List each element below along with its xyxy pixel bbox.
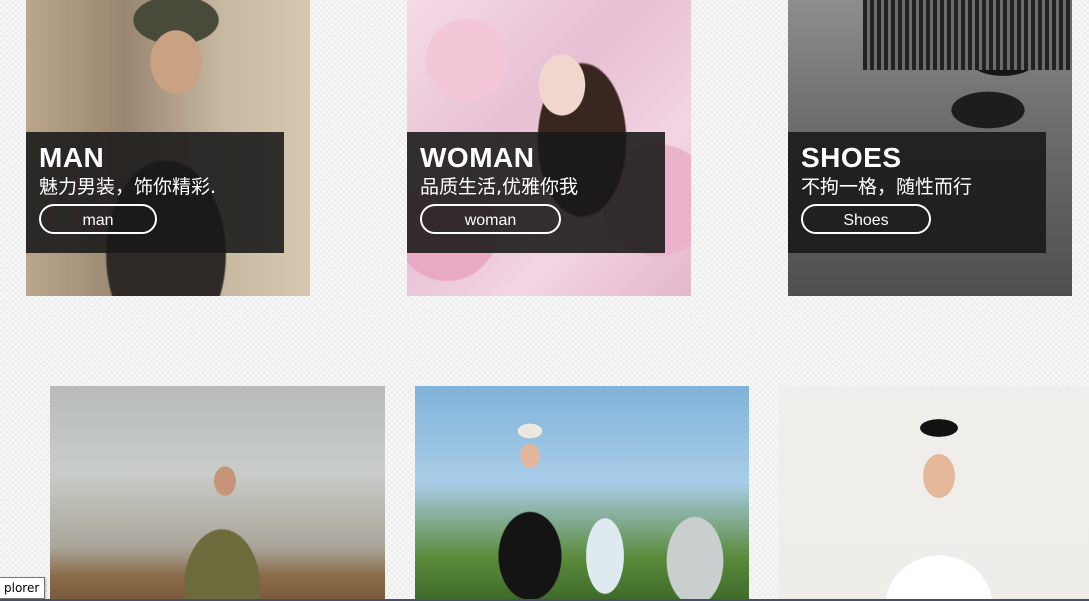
category-card-shoes[interactable]: SHOES 不拘一格，随性而行 Shoes <box>788 0 1072 296</box>
product-image <box>415 386 749 601</box>
man-button[interactable]: man <box>39 204 157 234</box>
product-card-1[interactable] <box>50 386 385 601</box>
category-title: MAN <box>39 142 105 173</box>
product-card-2[interactable] <box>415 386 749 601</box>
product-image <box>50 386 385 601</box>
category-subtitle: 魅力男装，饰你精彩. <box>39 176 217 198</box>
product-card-3[interactable] <box>779 386 1089 601</box>
category-card-man[interactable]: MAN 魅力男装，饰你精彩. man <box>26 0 310 296</box>
category-title: SHOES <box>801 142 902 173</box>
category-subtitle: 品质生活,优雅你我 <box>420 176 579 198</box>
shoes-button[interactable]: Shoes <box>801 204 931 234</box>
category-caption: WOMAN 品质生活,优雅你我 woman <box>407 132 665 253</box>
category-caption: SHOES 不拘一格，随性而行 Shoes <box>788 132 1046 253</box>
woman-button[interactable]: woman <box>420 204 561 234</box>
tooltip: plorer <box>0 577 46 599</box>
category-card-woman[interactable]: WOMAN 品质生活,优雅你我 woman <box>407 0 691 296</box>
category-title: WOMAN <box>420 142 535 173</box>
category-caption: MAN 魅力男装，饰你精彩. man <box>26 132 284 253</box>
category-subtitle: 不拘一格，随性而行 <box>801 176 973 198</box>
product-image <box>779 386 1089 601</box>
